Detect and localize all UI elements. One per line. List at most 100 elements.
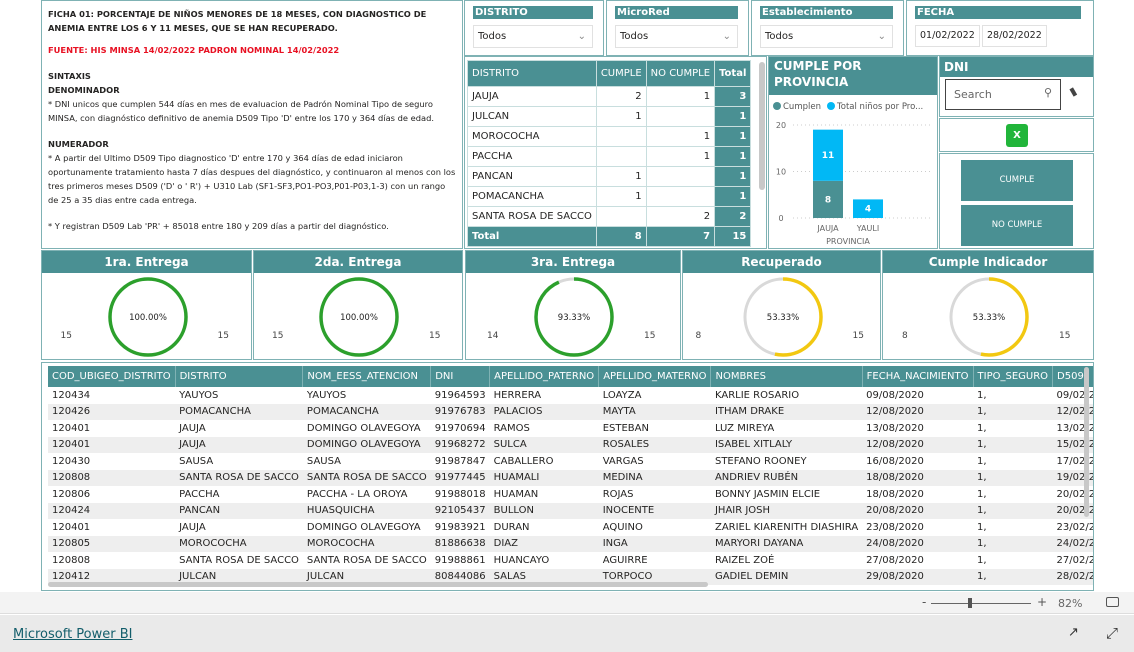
detail-cell: 91988018 [434, 488, 486, 500]
detail-header[interactable]: APELLIDO_MATERNO [598, 366, 712, 387]
detail-header[interactable]: NOM_EESS_ATENCION [302, 366, 432, 387]
power-bi-link[interactable]: Microsoft Power BI [13, 627, 132, 642]
gauge-1ra-entrega: 1ra. Entrega 15 15 100.00% [41, 250, 252, 360]
detail-cell: CABALLERO [493, 455, 554, 467]
matrix-row[interactable]: POMACANCHA 1 1 [467, 186, 752, 207]
gauge-right-value: 15 [644, 331, 656, 341]
matrix-row[interactable]: SANTA ROSA DE SACCO 2 2 [467, 206, 752, 227]
matrix-header[interactable]: CUMPLE [595, 60, 647, 87]
dni-search-input[interactable]: Search ⚲ [945, 79, 1061, 110]
detail-cell: 92105437 [430, 502, 490, 519]
distrito-slicer-label: DISTRITO [473, 6, 593, 19]
zoom-slider-handle[interactable] [968, 598, 972, 608]
detail-cell: LUZ MIREYA [714, 422, 775, 434]
detail-cell: YAUYOS [179, 389, 219, 401]
detail-row[interactable]: 120434 YAUYOS YAUYOS 91964593 HERRERA LOAYZA K… [48, 387, 1093, 404]
detail-header[interactable]: FECHA_NACIMIENTO [862, 366, 974, 387]
numerador-text-2: * Y registran D509 Lab 'PR' + 85018 entr… [48, 221, 389, 231]
detail-row[interactable]: 120808 SANTA ROSA DE SACCO SANTA ROSA DE S… [48, 469, 1093, 486]
share-icon[interactable]: ↗ [1068, 625, 1079, 640]
matrix-scrollbar[interactable] [759, 62, 765, 190]
matrix-row[interactable]: MOROCOCHA 1 1 [467, 126, 752, 147]
detail-row[interactable]: 120430 SAUSA SAUSA 91987847 CABALLERO VARGAS S… [48, 453, 1093, 470]
detail-cell: 1, [977, 488, 987, 500]
matrix-row[interactable]: PACCHA 1 1 [467, 146, 752, 167]
detail-table: COD_UBIGEO_DISTRITO DISTRITO NOM_EESS_ATEN… [48, 366, 1093, 585]
eraser-icon[interactable]: ▮ [1067, 84, 1079, 98]
matrix-total-row: Total 8 7 15 [467, 226, 752, 247]
detail-cell: PACCHA - LA OROYA [306, 488, 408, 500]
detail-header[interactable]: COD_UBIGEO_DISTRITO [48, 366, 176, 387]
detail-cell: ROJAS [602, 488, 634, 500]
no-cumple-button[interactable]: NO CUMPLE [961, 205, 1073, 246]
detail-row[interactable]: 120806 PACCHA PACCHA - LA OROYA 91988018 HUA… [48, 486, 1093, 503]
fit-to-page-icon[interactable] [1106, 597, 1119, 607]
detail-cell: 1, [973, 469, 1053, 486]
source-text: FUENTE: HIS MINSA 14/02/2022 PADRON NOMI… [48, 45, 340, 55]
detail-horizontal-scrollbar[interactable] [48, 582, 708, 587]
matrix-cell: PACCHA [467, 146, 597, 167]
y-tick-label: 0 [778, 214, 783, 223]
microred-dropdown[interactable]: Todos ⌄ [615, 25, 738, 48]
expand-icon[interactable]: ⤢ [1106, 624, 1118, 642]
excel-icon[interactable]: X [1006, 124, 1028, 147]
matrix-header[interactable]: Total [714, 60, 752, 87]
detail-row[interactable]: 120401 JAUJA DOMINGO OLAVEGOYA 91968272 SULC… [48, 436, 1093, 453]
detail-header[interactable]: DISTRITO [175, 366, 304, 387]
zoom-in-button[interactable]: + [1037, 595, 1047, 609]
detail-vertical-scrollbar[interactable] [1084, 367, 1089, 517]
detail-cell: PALACIOS [489, 403, 599, 420]
chevron-down-icon: ⌄ [577, 31, 586, 42]
matrix-total-cell: Total [467, 226, 597, 247]
matrix-cell: JAUJA [467, 86, 597, 107]
detail-header[interactable]: APELLIDO_PATERNO [489, 366, 600, 387]
distrito-dropdown[interactable]: Todos ⌄ [473, 25, 593, 48]
detail-header[interactable]: DNI [430, 366, 491, 387]
detail-row[interactable]: 120401 JAUJA DOMINGO OLAVEGOYA 91970694 RAMO… [48, 420, 1093, 437]
detail-row[interactable]: 120805 MOROCOCHA MOROCOCHA 81886638 DIAZ INGA… [48, 535, 1093, 552]
detail-cell: ESTEBAN [602, 422, 649, 434]
detail-cell: 1, [977, 422, 987, 434]
detail-cell: 120401 [52, 422, 91, 434]
zoom-out-button[interactable]: - [922, 595, 926, 609]
matrix-cell: PANCAN [467, 166, 597, 187]
y-tick-label: 20 [776, 121, 786, 130]
gauge-ring: 53.33% [742, 277, 823, 357]
legend-label[interactable]: Total niños por Pro... [836, 102, 923, 112]
matrix-cell: 1 [714, 186, 752, 207]
matrix-row[interactable]: PANCAN 1 1 [467, 166, 752, 187]
legend-label[interactable]: Cumplen [783, 102, 821, 112]
matrix-row[interactable]: JULCAN 1 1 [467, 106, 752, 127]
detail-cell: 91976783 [430, 403, 490, 420]
detail-row[interactable]: 120426 POMACANCHA POMACANCHA 91976783 PALACI… [48, 403, 1093, 420]
detail-cell: 120401 [52, 521, 91, 533]
cumple-buttons-panel: CUMPLE NO CUMPLE [939, 153, 1094, 249]
date-to-input[interactable]: 28/02/2022 [982, 25, 1047, 47]
matrix-cell: 1 [595, 106, 647, 127]
date-from-input[interactable]: 01/02/2022 [915, 25, 980, 47]
detail-cell: MAYTA [598, 403, 711, 420]
detail-row[interactable]: 120808 SANTA ROSA DE SACCO SANTA ROSA DE S… [48, 552, 1093, 569]
zoom-slider[interactable] [931, 603, 1031, 604]
dni-label: DNI [940, 57, 1093, 77]
detail-cell: MOROCOCHA [175, 535, 303, 552]
matrix-header[interactable]: DISTRITO [467, 60, 597, 87]
establecimiento-dropdown[interactable]: Todos ⌄ [760, 25, 893, 48]
detail-cell: SANTA ROSA DE SACCO [302, 469, 431, 486]
matrix-row[interactable]: JAUJA 2 1 3 [467, 86, 752, 107]
detail-row[interactable]: 120401 JAUJA DOMINGO OLAVEGOYA 91983921 DURA… [48, 519, 1093, 536]
detail-cell: 91964593 [434, 389, 486, 401]
matrix-total-cell: 8 [595, 226, 647, 247]
detail-header[interactable]: NOMBRES [710, 366, 863, 387]
sintaxis-heading: SINTAXIS [48, 71, 91, 81]
detail-header[interactable]: TIPO_SEGURO [973, 366, 1054, 387]
detail-cell: SANTA ROSA DE SACCO [175, 469, 303, 486]
detail-cell: RAIZEL ZOÉ [714, 554, 775, 566]
detail-cell: ZARIEL KIARENITH DIASHIRA [714, 521, 859, 533]
cumple-button[interactable]: CUMPLE [961, 160, 1073, 201]
matrix-header[interactable]: NO CUMPLE [645, 60, 716, 87]
matrix-cell: 1 [595, 186, 647, 207]
detail-cell: 91983921 [434, 521, 486, 533]
matrix-total-cell: 7 [645, 226, 716, 247]
detail-row[interactable]: 120424 PANCAN HUASQUICHA 92105437 BULLON INOC… [48, 502, 1093, 519]
